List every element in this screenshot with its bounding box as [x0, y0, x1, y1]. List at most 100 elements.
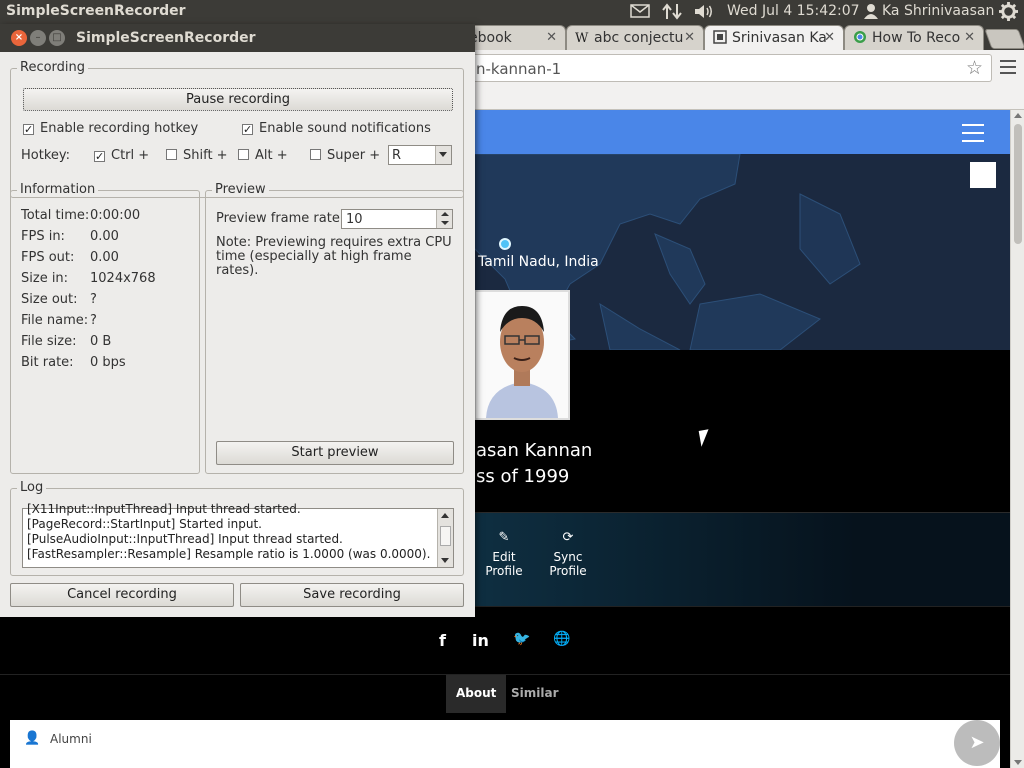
- hamburger-menu-icon[interactable]: [962, 124, 984, 142]
- select-value: R: [392, 148, 402, 163]
- info-key: FPS out:: [21, 250, 75, 265]
- pause-recording-button[interactable]: Pause recording: [23, 88, 453, 111]
- tab-similar[interactable]: Similar: [501, 675, 569, 713]
- scrollbar-thumb[interactable]: [1014, 124, 1022, 244]
- address-bar[interactable]: n-kannan-1 ☆: [460, 54, 992, 82]
- info-key: Size out:: [21, 292, 78, 307]
- send-message-button[interactable]: ➤: [954, 720, 1000, 766]
- shift-checkbox[interactable]: Shift +: [166, 148, 228, 163]
- profile-class: ss of 1999: [476, 466, 570, 487]
- log-line: [FastResampler::Resample] Resample ratio…: [27, 547, 431, 560]
- checkbox-label: Enable sound notifications: [259, 121, 431, 136]
- spin-down-icon[interactable]: [441, 221, 449, 225]
- edit-profile-button[interactable]: ✎ Edit Profile: [474, 530, 534, 579]
- info-key: Bit rate:: [21, 355, 74, 370]
- enable-hotkey-checkbox[interactable]: ✓ Enable recording hotkey: [23, 121, 198, 136]
- super-checkbox[interactable]: Super +: [310, 148, 380, 163]
- svg-text:W: W: [575, 31, 589, 44]
- recording-group: Recording Pause recording ✓ Enable record…: [10, 60, 464, 198]
- sound-notifications-checkbox[interactable]: ✓ Enable sound notifications: [242, 121, 431, 136]
- linkedin-icon[interactable]: in: [472, 631, 489, 650]
- frame-rate-label: Preview frame rate:: [216, 211, 345, 226]
- checkbox-label: Super +: [327, 148, 381, 163]
- ssr-window: × – □ SimpleScreenRecorder Recording Pau…: [0, 24, 475, 617]
- close-icon[interactable]: ✕: [546, 30, 557, 45]
- checkbox-icon: [310, 149, 321, 160]
- browser-menu-icon[interactable]: [1000, 60, 1016, 76]
- map-location-label: Tamil Nadu, India: [478, 254, 599, 270]
- profile-photo: [474, 290, 570, 420]
- scroll-up-arrow-icon[interactable]: [1014, 113, 1022, 118]
- preview-note: Note: Previewing requires extra CPU time…: [216, 235, 452, 278]
- facebook-icon[interactable]: f: [439, 631, 446, 650]
- spin-up-icon[interactable]: [441, 212, 449, 216]
- save-recording-button[interactable]: Save recording: [240, 583, 464, 607]
- tab-about[interactable]: About: [446, 675, 507, 713]
- browser-tab-4[interactable]: How To Reco ✕: [844, 25, 984, 50]
- window-title: SimpleScreenRecorder: [76, 30, 256, 46]
- close-icon[interactable]: ✕: [824, 30, 835, 45]
- page-scrollbar[interactable]: [1010, 110, 1024, 768]
- scroll-up-arrow-icon[interactable]: [441, 513, 449, 518]
- person-icon: 👤: [24, 731, 41, 746]
- send-icon: ➤: [969, 732, 985, 753]
- browser-tab-3[interactable]: Srinivasan Ka ✕: [704, 25, 844, 50]
- map-control-button[interactable]: [970, 162, 996, 188]
- checkbox-label: Shift +: [183, 148, 228, 163]
- mail-icon[interactable]: [630, 3, 650, 19]
- action-label-2: Profile: [549, 564, 587, 578]
- network-icon[interactable]: [662, 3, 682, 20]
- chevron-down-icon[interactable]: [435, 146, 451, 164]
- window-close-icon[interactable]: ×: [11, 30, 27, 46]
- globe-icon[interactable]: 🌐: [553, 631, 570, 647]
- user-icon[interactable]: [864, 3, 878, 19]
- scroll-down-arrow-icon[interactable]: [441, 558, 449, 563]
- twitter-icon[interactable]: 🐦: [513, 631, 530, 647]
- address-url: n-kannan-1: [476, 60, 562, 78]
- hotkey-key-select[interactable]: R: [388, 145, 452, 165]
- close-icon[interactable]: ✕: [684, 30, 695, 45]
- active-app-title: SimpleScreenRecorder: [6, 3, 186, 19]
- info-value: 0:00:00: [90, 208, 141, 223]
- ctrl-checkbox[interactable]: ✓ Ctrl +: [94, 148, 149, 163]
- info-key: File name:: [21, 313, 89, 328]
- alt-checkbox[interactable]: Alt +: [238, 148, 288, 163]
- map-pin-icon[interactable]: [499, 238, 511, 250]
- cancel-recording-button[interactable]: Cancel recording: [10, 583, 234, 607]
- user-name[interactable]: Ka Shrinivaasan: [882, 3, 994, 19]
- window-minimize-icon[interactable]: –: [30, 30, 46, 46]
- group-label: Recording: [17, 60, 89, 75]
- spinbox-value: 10: [346, 212, 363, 227]
- checkbox-icon: ✓: [23, 123, 34, 136]
- frame-rate-spinbox[interactable]: 10: [341, 209, 453, 229]
- volume-icon[interactable]: [694, 3, 714, 20]
- info-value: 0 bps: [90, 355, 126, 370]
- log-group: Log [X11Input::InputThread] Input thread…: [10, 480, 464, 576]
- hotkey-label: Hotkey:: [21, 148, 71, 163]
- spinbox-arrows[interactable]: [436, 210, 452, 228]
- checkbox-label: Enable recording hotkey: [40, 121, 199, 136]
- tab-label: abc conjectu: [594, 30, 684, 46]
- bookmark-star-icon[interactable]: ☆: [966, 57, 983, 79]
- clock[interactable]: Wed Jul 4 15:42:07: [727, 3, 860, 19]
- scroll-down-arrow-icon[interactable]: [1014, 760, 1022, 765]
- close-icon[interactable]: ✕: [964, 30, 975, 45]
- checkbox-label: Alt +: [255, 148, 288, 163]
- window-maximize-icon[interactable]: □: [49, 30, 65, 46]
- sync-profile-button[interactable]: ⟳ Sync Profile: [538, 531, 598, 579]
- window-titlebar[interactable]: × – □ SimpleScreenRecorder: [0, 24, 475, 52]
- log-line: [PulseAudioInput::InputThread] Input thr…: [27, 532, 343, 546]
- gear-icon[interactable]: [999, 2, 1018, 21]
- profile-name: asan Kannan: [476, 440, 593, 461]
- log-scrollbar[interactable]: [437, 509, 453, 567]
- scrollbar-thumb[interactable]: [440, 526, 451, 546]
- pencil-icon: ✎: [498, 530, 510, 545]
- start-preview-button[interactable]: Start preview: [216, 441, 454, 465]
- log-line: [PageRecord::StartInput] Started input.: [27, 517, 262, 531]
- profile-tabs: About Similar: [0, 674, 1010, 713]
- log-textarea[interactable]: [X11Input::InputThread] Input thread sta…: [22, 502, 454, 568]
- new-tab-button[interactable]: [984, 29, 1024, 49]
- browser-tab-1[interactable]: ebook ✕: [460, 25, 566, 50]
- tab-label: ebook: [469, 30, 512, 46]
- browser-tab-2[interactable]: Wabc conjectu ✕: [566, 25, 704, 50]
